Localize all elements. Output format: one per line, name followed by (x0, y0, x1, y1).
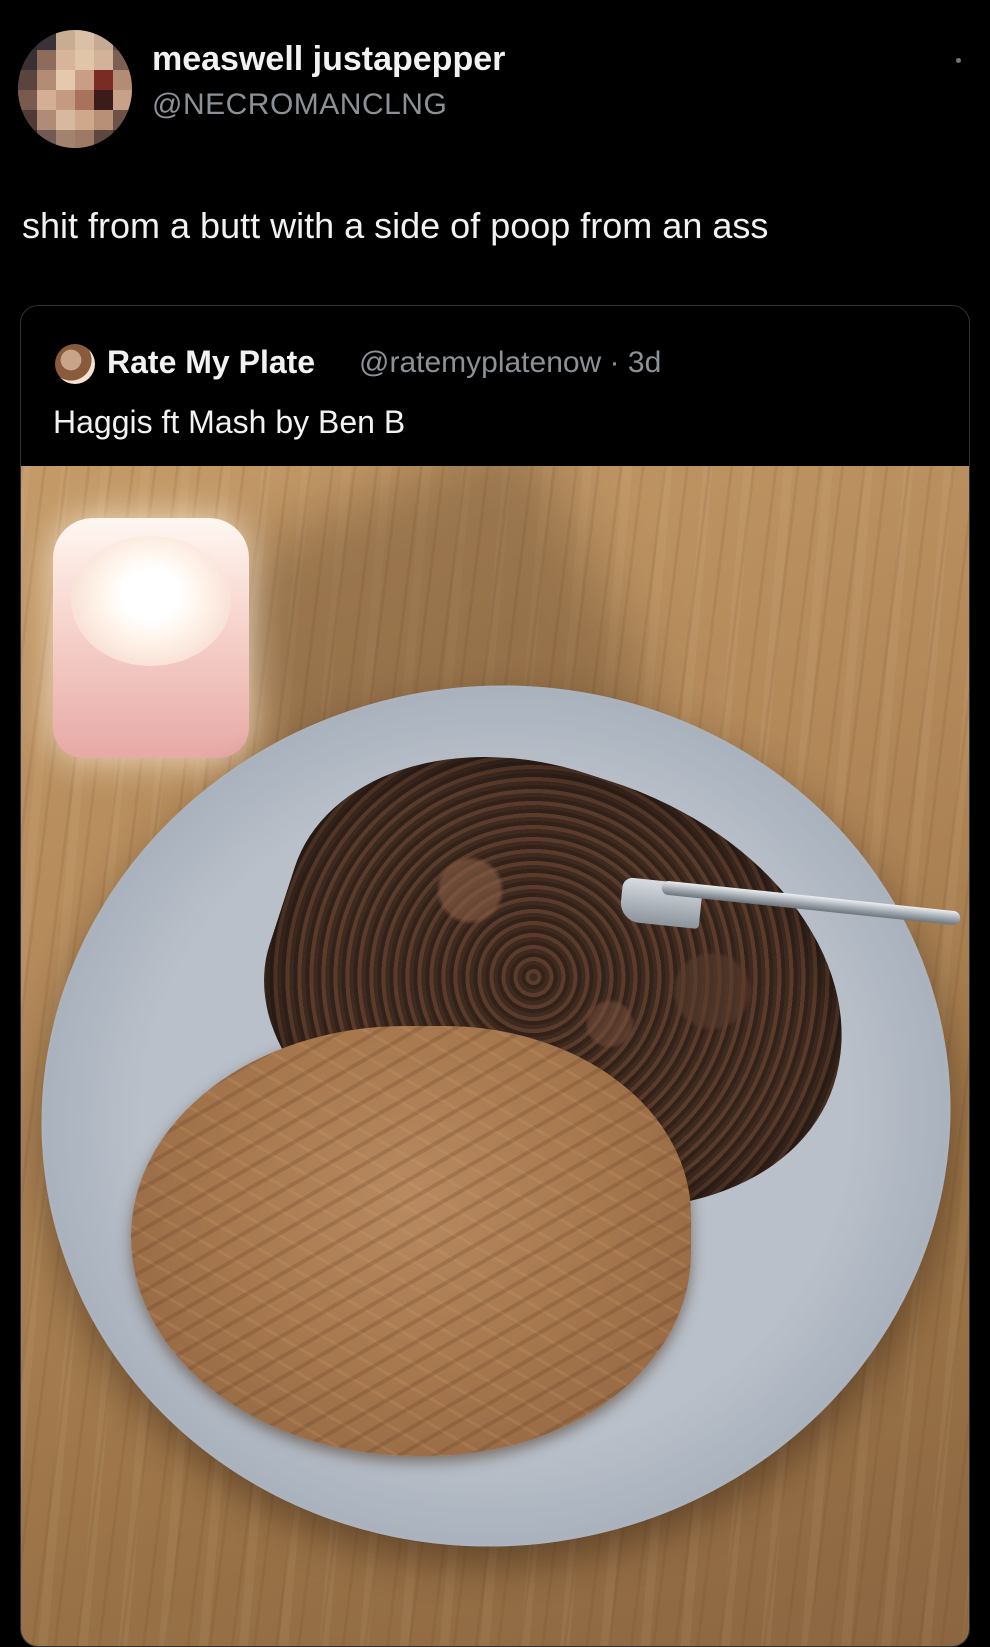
quoted-tweet-text: Haggis ft Mash by Ben B (53, 404, 406, 440)
avatar[interactable] (18, 30, 132, 148)
tweet-text: shit from a butt with a side of poop fro… (22, 205, 769, 246)
quoted-avatar[interactable] (55, 344, 95, 384)
candle-wax (71, 536, 231, 666)
quoted-display-name[interactable]: Rate My Plate (107, 344, 315, 381)
quoted-tweet[interactable]: Rate My Plate @ratemyplatenow · 3d Haggi… (20, 305, 970, 1647)
display-name[interactable]: measwell justapepper (152, 40, 505, 79)
quoted-handle-time: @ratemyplatenow · 3d (359, 346, 662, 379)
more-options-icon[interactable] (956, 58, 961, 63)
food-photo[interactable] (21, 466, 969, 1646)
mash (131, 1026, 691, 1456)
tweet-header: measwell justapepper @NECROMANCLNG (0, 0, 990, 190)
user-handle[interactable]: @NECROMANCLNG (152, 88, 447, 122)
